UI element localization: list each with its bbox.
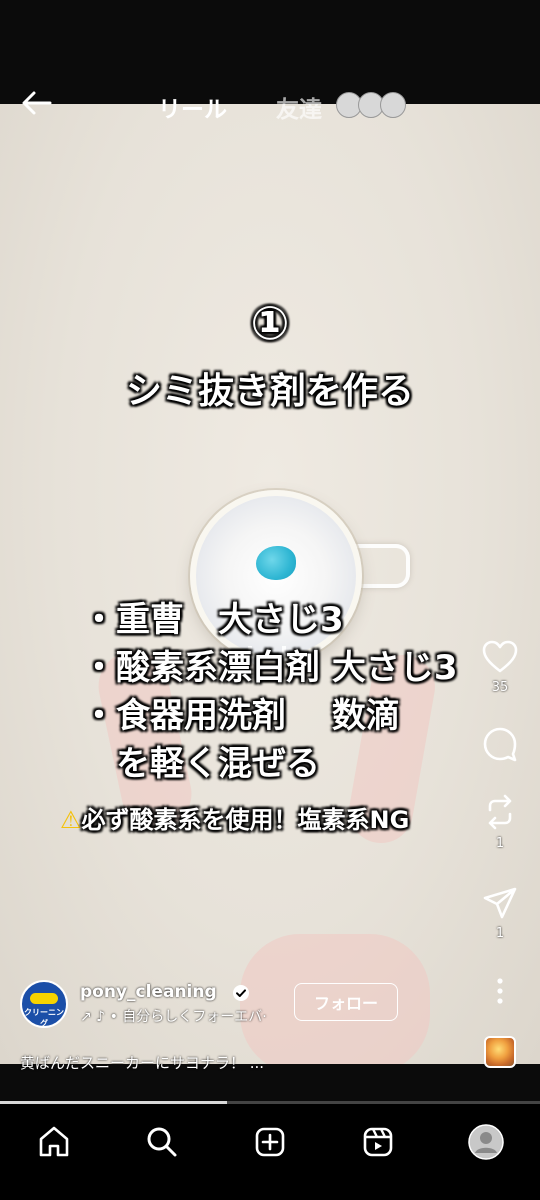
comment-icon	[483, 727, 517, 762]
verified-badge-icon	[232, 984, 250, 1002]
follow-button[interactable]: フォロー	[294, 983, 398, 1021]
nav-profile[interactable]	[466, 1122, 506, 1162]
tab-friends[interactable]: 友達	[276, 90, 322, 124]
heart-icon	[482, 640, 518, 673]
ingredient-line: ・重曹 大さじ3	[82, 600, 344, 640]
audio-track[interactable]: ↗ ♪ • 自分らしくフォーエバ·	[80, 1006, 267, 1026]
reels-header: リール 友達	[0, 78, 540, 128]
avatar[interactable]: クリーニング	[20, 980, 68, 1028]
share-button[interactable]: 1	[478, 886, 522, 941]
home-icon	[39, 1126, 69, 1157]
ingredient-line: ・食器用洗剤 数滴	[82, 696, 400, 736]
ingredient-line: を軽く混ぜる	[82, 744, 320, 784]
repost-button[interactable]: 1	[478, 794, 522, 851]
nav-reels[interactable]	[358, 1122, 398, 1162]
comment-button[interactable]	[478, 726, 522, 762]
author-username[interactable]: pony_cleaning	[80, 982, 217, 1002]
nav-search[interactable]	[142, 1122, 182, 1162]
send-icon	[483, 887, 517, 919]
avatar-logo-text: クリーニング	[24, 1008, 64, 1028]
nav-home[interactable]	[34, 1122, 74, 1162]
ingredient-line: ・酸素系漂白剤 大さじ3	[82, 648, 458, 688]
brand-logo-mark	[30, 993, 58, 1004]
profile-icon	[468, 1124, 504, 1160]
create-icon	[255, 1127, 285, 1157]
repost-icon	[488, 794, 512, 830]
ingredient-list: ・重曹 大さじ3 ・酸素系漂白剤 大さじ3 ・食器用洗剤 数滴 を軽く混ぜる	[82, 596, 458, 788]
reel-author: クリーニング pony_cleaning ↗ ♪ • 自分らしくフォーエバ· フ…	[20, 980, 540, 1028]
warning-icon: ⚠	[60, 806, 82, 834]
nav-create[interactable]	[250, 1122, 290, 1162]
step-title: シミ抜き剤を作る	[125, 371, 414, 412]
warning-text: 必ず酸素系を使用！塩素系NG	[81, 806, 410, 834]
share-count: 1	[495, 926, 505, 941]
like-count: 35	[491, 680, 509, 695]
friends-avatars[interactable]	[336, 92, 408, 118]
detergent-drop	[256, 546, 296, 580]
audio-thumbnail[interactable]	[484, 1036, 516, 1068]
friend-avatar	[380, 92, 406, 118]
like-button[interactable]: 35	[478, 640, 522, 695]
warning-caption: ⚠必ず酸素系を使用！塩素系NG	[60, 800, 409, 835]
reel-video[interactable]	[0, 104, 540, 1064]
search-icon	[147, 1127, 177, 1157]
reels-icon	[363, 1127, 393, 1157]
repost-count: 1	[495, 836, 505, 851]
step-marker: ①	[250, 296, 290, 350]
bottom-nav	[0, 1104, 540, 1200]
back-arrow-icon[interactable]	[20, 88, 54, 118]
reel-caption[interactable]: 黄ばんだスニーカーにサヨナラ！ ...	[20, 1052, 264, 1073]
tab-reels[interactable]: リール	[158, 90, 227, 124]
